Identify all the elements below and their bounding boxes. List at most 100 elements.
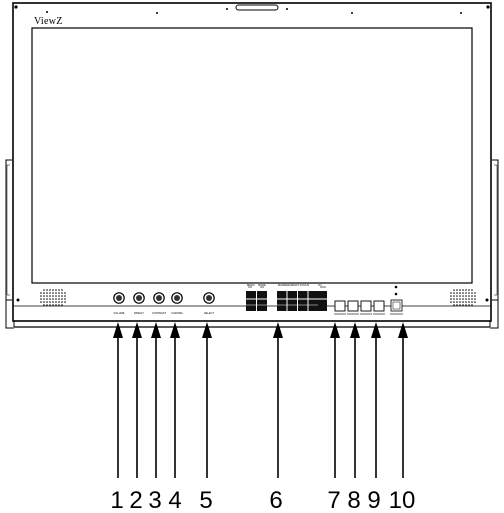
grille-dot	[46, 289, 48, 291]
grille-dot	[64, 301, 66, 303]
callout-arrows	[113, 322, 408, 478]
callout-number-1: 1	[110, 487, 123, 513]
callout-arrowhead-3	[151, 322, 161, 338]
grille-dot	[468, 292, 470, 294]
callout-arrowhead-7	[330, 322, 340, 338]
grille-dot	[474, 301, 476, 303]
callout-arrowhead-6	[273, 322, 283, 338]
grille-dot	[459, 301, 461, 303]
grille-dot	[465, 301, 467, 303]
small-button-3	[360, 300, 372, 312]
monitor-diagram: ViewZ VOLUME BRIGHT CONTRAST CHROMA SELECT M…	[5, 2, 499, 513]
grille-dot	[55, 298, 57, 300]
grille-dot	[43, 301, 45, 303]
grille-dot	[58, 301, 60, 303]
grille-dot	[49, 289, 51, 291]
callout-number-6: 6	[269, 487, 282, 513]
grille-dot	[462, 295, 464, 297]
callout-number-7: 7	[327, 487, 340, 513]
grille-dot	[58, 304, 60, 306]
grille-dot	[52, 289, 54, 291]
bright-knob-cap	[136, 295, 142, 301]
grille-dot	[471, 304, 473, 306]
chroma-knob-cap	[174, 295, 180, 301]
grille-dot	[43, 298, 45, 300]
grille-dot	[43, 295, 45, 297]
menu-label: MENU	[247, 283, 255, 287]
grille-dot	[64, 295, 66, 297]
mode-label: MODE	[258, 283, 266, 287]
callout-number-3: 3	[148, 487, 161, 513]
callout-number-10: 10	[389, 487, 416, 513]
grille-dot	[468, 289, 470, 291]
grille-dot	[462, 292, 464, 294]
small-button-2	[347, 300, 359, 312]
grille-dot	[465, 295, 467, 297]
grille-dot	[61, 304, 63, 306]
grille-dot	[450, 298, 452, 300]
grille-dot	[459, 292, 461, 294]
io-label: I/O	[318, 283, 321, 287]
grille-dot	[468, 298, 470, 300]
grille-dot	[49, 304, 51, 306]
grille-dot	[468, 301, 470, 303]
grille-dot	[465, 289, 467, 291]
grille-dot	[46, 301, 48, 303]
grille-dot	[471, 295, 473, 297]
grille-dot	[55, 295, 57, 297]
top-handle	[235, 4, 279, 11]
grille-dot	[468, 304, 470, 306]
grille-dot	[58, 298, 60, 300]
grille-dot	[471, 301, 473, 303]
grille-dot	[456, 301, 458, 303]
grille-dot	[46, 295, 48, 297]
grille-dot	[471, 289, 473, 291]
grille-dot	[52, 301, 54, 303]
grille-dot	[453, 289, 455, 291]
grille-dot	[462, 301, 464, 303]
grille-dot	[450, 295, 452, 297]
brand-logo: ViewZ	[34, 16, 63, 27]
volume-label: VOLUME	[114, 311, 125, 315]
grille-dot	[46, 304, 48, 306]
grille-dot	[49, 301, 51, 303]
grille-dot	[456, 289, 458, 291]
grille-dot	[453, 304, 455, 306]
select-knob-cap	[206, 295, 212, 301]
grille-dot	[58, 289, 60, 291]
grille-dot	[468, 295, 470, 297]
grille-dot	[465, 292, 467, 294]
grille-dot	[52, 292, 54, 294]
aspect-label: ASPECT	[289, 283, 300, 287]
grille-dot	[474, 295, 476, 297]
callout-arrowhead-1	[113, 322, 123, 338]
grille-dot	[456, 304, 458, 306]
grille-dot	[459, 289, 461, 291]
chroma-label: CHROMA	[171, 311, 183, 315]
focus-label: FOCUS	[300, 283, 309, 287]
grille-dot	[40, 295, 42, 297]
grille-dot	[453, 292, 455, 294]
grille-dot	[58, 292, 60, 294]
grille-dot	[40, 298, 42, 300]
grille-dot	[46, 292, 48, 294]
grille-dot	[462, 298, 464, 300]
callout-arrowhead-9	[371, 322, 381, 338]
grille-dot	[471, 292, 473, 294]
grille-dot	[55, 304, 57, 306]
grille-dot	[453, 295, 455, 297]
callout-arrowhead-10	[398, 322, 408, 338]
grille-dot	[55, 292, 57, 294]
grille-dot	[40, 301, 42, 303]
callout-number-8: 8	[347, 487, 360, 513]
grille-dot	[471, 298, 473, 300]
grille-dot	[46, 298, 48, 300]
volume-knob-cap	[116, 295, 122, 301]
bright-label: BRIGHT	[134, 311, 144, 315]
grille-dot	[459, 304, 461, 306]
callout-number-4: 4	[168, 487, 181, 513]
grille-dot	[456, 292, 458, 294]
grille-dot	[61, 289, 63, 291]
grille-dot	[52, 298, 54, 300]
grille-dot	[43, 292, 45, 294]
